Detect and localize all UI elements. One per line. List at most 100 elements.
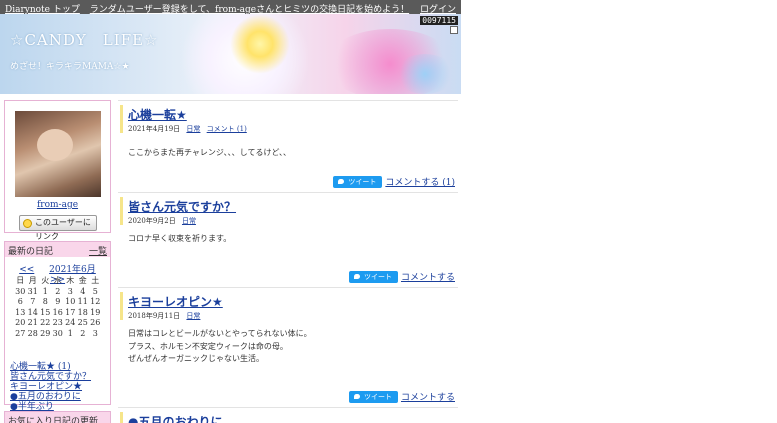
entry-category-link[interactable]: 日常 xyxy=(186,312,200,320)
recent-entries-header: 最新の日記 一覧 xyxy=(5,242,110,257)
diary-subtitle: めざせ！キラキラMAMA☆★ xyxy=(10,62,130,72)
calendar-week-row: 13 14 15 16 17 18 19 xyxy=(14,307,102,318)
calendar-week-row: 27 28 29 30 1 2 3 xyxy=(14,328,102,339)
calendar-weekday: 月 xyxy=(28,276,37,285)
recent-entries-box: 最新の日記 一覧 << 2021年6月 >> 日 月 火 水 木 金 土 30 … xyxy=(4,241,111,412)
calendar-day: 4 xyxy=(80,286,86,296)
entry-title-link[interactable]: キヨーレオピン★ xyxy=(128,293,223,310)
calendar-day: 2 xyxy=(55,286,61,296)
calendar-month-link[interactable]: 2021年6月 xyxy=(49,265,96,275)
entry-category-link[interactable]: 日常 xyxy=(186,125,200,133)
calendar-day: 1 xyxy=(42,286,48,296)
calendar-weekday: 木 xyxy=(66,276,75,285)
entry-title-link[interactable]: 皆さん元気ですか？ xyxy=(128,198,236,215)
diary-title[interactable]: ☆CANDY LIFE☆ xyxy=(10,29,159,50)
calendar-weekday: 火 xyxy=(41,276,50,285)
add-comment-link[interactable]: コメントする xyxy=(401,270,455,283)
calendar-weekday: 土 xyxy=(91,276,100,285)
diary-entry: ●五月のおわりに xyxy=(118,407,458,423)
recent-entries-title: 最新の日記 xyxy=(8,247,54,257)
entry-date: 2018年9月11日 xyxy=(128,312,181,320)
calendar-day: 21 xyxy=(27,318,38,328)
pencil-icon[interactable] xyxy=(450,26,458,34)
entry-body: ここからまた再チャレンジ、、、してるけど、、 xyxy=(128,147,291,160)
calendar-day: 31 xyxy=(27,286,38,296)
calendar-day: 20 xyxy=(15,318,26,328)
tweet-button[interactable]: ツイート xyxy=(348,270,398,283)
entry-body-line: ここからまた再チャレンジ、、、してるけど、、 xyxy=(128,148,292,157)
tweet-button[interactable]: ツイート xyxy=(348,390,398,403)
entry-date: 2020年9月2日 xyxy=(128,217,176,225)
calendar-day: 23 xyxy=(52,318,63,328)
calendar-day: 26 xyxy=(90,318,101,328)
calendar-day: 7 xyxy=(30,297,36,307)
calendar-day: 18 xyxy=(77,307,88,317)
calendar-day: 3 xyxy=(92,328,98,338)
calendar-day: 6 xyxy=(17,297,23,307)
calendar-day: 22 xyxy=(40,318,51,328)
entry-actions: ツイート コメントする (1) xyxy=(333,175,455,188)
favorites-box: お気に入り日記の更新 xyxy=(4,411,111,423)
link-to-user-button[interactable]: このユーザーにリンク xyxy=(19,215,97,241)
smiley-icon xyxy=(23,219,32,228)
entry-meta: 2021年4月19日 日常 コメント (1) xyxy=(128,124,247,134)
calendar-day: 19 xyxy=(90,307,101,317)
profile-box: from-age このユーザーにリンク xyxy=(4,100,111,241)
diary-entry: キヨーレオピン★ 2018年9月11日 日常 日常はコレとビールがないとやってら… xyxy=(118,287,458,407)
username-link[interactable]: from-age xyxy=(5,200,110,210)
twitter-bird-icon xyxy=(353,273,360,279)
all-entries-link[interactable]: 一覧 xyxy=(89,244,107,257)
top-nav-bar: Diarynote トップ ランダム ユーザー登録をして、from-ageさんと… xyxy=(0,0,461,15)
calendar-day: 24 xyxy=(65,318,76,328)
entry-body: 日常はコレとビールがないとやってられない体に。 プラス、ホルモン不安定ウィークは… xyxy=(128,328,312,366)
entry-title-link[interactable]: 心機一転★ xyxy=(128,106,187,123)
calendar-day: 3 xyxy=(67,286,73,296)
calendar-day: 25 xyxy=(77,318,88,328)
entry-body: コロナ早く収束を祈ります。 xyxy=(128,233,231,246)
entry-meta: 2018年9月11日 日常 xyxy=(128,311,200,321)
recent-entry-link[interactable]: 皆さん元気ですか？ xyxy=(10,372,91,382)
calendar-weekday: 日 xyxy=(16,276,25,285)
avatar[interactable] xyxy=(15,111,101,197)
calendar-day: 13 xyxy=(15,307,26,317)
calendar-day: 10 xyxy=(65,297,76,307)
calendar-day: 11 xyxy=(77,297,88,307)
entries-column: 心機一転★ 2021年4月19日 日常 コメント (1) ここからまた再チャレン… xyxy=(118,100,458,423)
tweet-button-label: ツイート xyxy=(363,392,392,401)
recent-entry-link[interactable]: ●半年ぶり xyxy=(10,402,91,412)
calendar-day: 29 xyxy=(40,328,51,338)
entry-meta: 2020年9月2日 日常 xyxy=(128,216,196,226)
calendar-weekday: 金 xyxy=(78,276,87,285)
calendar-week-row: 6 7 8 9 10 11 12 xyxy=(14,297,102,308)
calendar-week-row: 30 31 1 2 3 4 5 xyxy=(14,286,102,297)
calendar: 日 月 火 水 木 金 土 30 31 1 2 3 4 5 6 7 8 9 10… xyxy=(14,275,102,339)
entry-comment-count-link[interactable]: コメント (1) xyxy=(207,125,247,133)
recent-entry-link[interactable]: ●五月のおわりに xyxy=(10,392,91,402)
sidebar: from-age このユーザーにリンク 最新の日記 一覧 << 2021年6月 … xyxy=(4,100,111,423)
banner-flower-center-decoration xyxy=(230,14,290,74)
tweet-button[interactable]: ツイート xyxy=(333,175,383,188)
calendar-day: 1 xyxy=(67,328,73,338)
calendar-day: 30 xyxy=(52,328,63,338)
recent-entry-link[interactable]: キヨーレオピン★ xyxy=(10,382,91,392)
entry-body-line: 日常はコレとビールがないとやってられない体に。 xyxy=(128,329,312,338)
entry-actions: ツイート コメントする xyxy=(348,390,455,403)
entry-title-accent xyxy=(120,412,123,423)
calendar-prev-link[interactable]: << xyxy=(19,265,34,275)
twitter-bird-icon xyxy=(353,393,360,399)
recent-entry-link[interactable]: 心機一転★ (1) xyxy=(10,362,91,372)
calendar-day: 9 xyxy=(55,297,61,307)
add-comment-link[interactable]: コメントする (1) xyxy=(385,175,455,188)
calendar-week-row: 20 21 22 23 24 25 26 xyxy=(14,318,102,329)
calendar-weekday: 水 xyxy=(53,276,62,285)
entry-title-accent xyxy=(120,197,123,225)
calendar-day: 14 xyxy=(27,307,38,317)
visitor-counter: 0097115 xyxy=(420,16,458,25)
entry-date: 2021年4月19日 xyxy=(128,125,181,133)
link-to-user-label: このユーザーにリンク xyxy=(35,218,91,241)
entry-title-link[interactable]: ●五月のおわりに xyxy=(128,413,222,423)
tweet-button-label: ツイート xyxy=(348,177,377,186)
add-comment-link[interactable]: コメントする xyxy=(401,390,455,403)
diary-entry: 心機一転★ 2021年4月19日 日常 コメント (1) ここからまた再チャレン… xyxy=(118,100,458,192)
entry-category-link[interactable]: 日常 xyxy=(182,217,196,225)
